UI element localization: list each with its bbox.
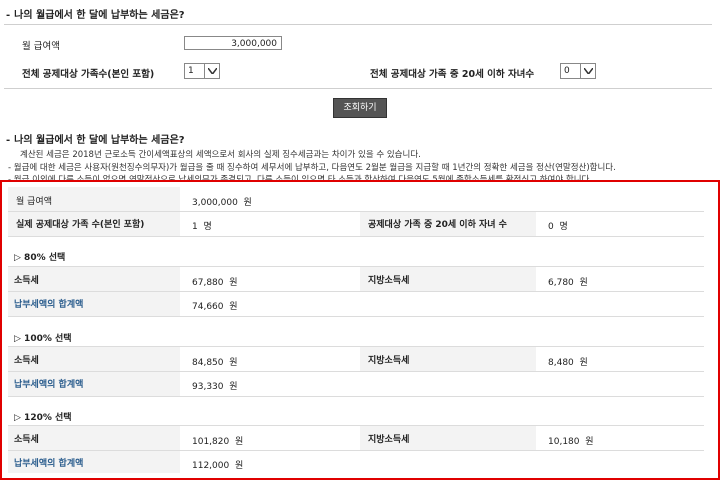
option-80-income-tax-label: 소득세 [14, 276, 39, 286]
option-120-local-tax-value: 10,180 원 [548, 437, 594, 447]
option-80-local-tax-value: 6,780 원 [548, 278, 588, 288]
calculator-title: - 나의 월급에서 한 달에 납부하는 세금은? [6, 10, 185, 21]
option-120-total-value: 112,000 원 [192, 461, 244, 471]
option-120-income-tax-value: 101,820 원 [192, 437, 244, 447]
search-button[interactable]: 조회하기 [333, 98, 387, 118]
family-count-label: 전체 공제대상 가족수(본인 포함) [22, 69, 155, 80]
title-divider [4, 24, 712, 25]
option-120-heading: ▷ 120% 선택 [14, 413, 72, 423]
option-80-total-value: 74,660 원 [192, 302, 238, 312]
chevron-down-icon [204, 64, 219, 78]
option-120-total-label: 납부세액의 합계액 [14, 459, 84, 469]
option-100-total-label: 납부세액의 합계액 [14, 380, 84, 390]
option-80-heading: ▷ 80% 선택 [14, 253, 66, 263]
form-divider [4, 88, 712, 89]
family-count-select[interactable]: 1 [184, 63, 220, 79]
summary-family-value: 1 명 [192, 222, 212, 232]
option-120-income-tax-label: 소득세 [14, 435, 39, 445]
option-120-local-tax-label: 지방소득세 [368, 435, 410, 445]
option-100-total-value: 93,330 원 [192, 382, 238, 392]
summary-family-label: 실제 공제대상 가족 수(본인 포함) [16, 220, 145, 230]
salary-label: 월 급여액 [22, 41, 60, 52]
family-count-value: 1 [188, 66, 194, 76]
children-count-select[interactable]: 0 [560, 63, 596, 79]
result-title: - 나의 월급에서 한 달에 납부하는 세금은? [6, 135, 185, 146]
summary-salary-label: 월 급여액 [16, 197, 52, 207]
summary-salary-value: 3,000,000 원 [192, 198, 252, 208]
result-note-2: - 월급에 대한 세금은 사용자(원천징수의무자)가 월급을 줄 때 징수하여 … [8, 163, 616, 173]
chevron-down-icon [580, 64, 595, 78]
option-100-income-tax-value: 84,850 원 [192, 358, 238, 368]
option-80-income-tax-value: 67,880 원 [192, 278, 238, 288]
summary-children-value: 0 명 [548, 222, 568, 232]
option-100-income-tax-label: 소득세 [14, 356, 39, 366]
summary-children-label: 공제대상 가족 중 20세 이하 자녀 수 [368, 220, 507, 230]
option-100-local-tax-label: 지방소득세 [368, 356, 410, 366]
option-100-heading: ▷ 100% 선택 [14, 334, 72, 344]
salary-input[interactable]: 3,000,000 [184, 36, 282, 50]
option-80-local-tax-label: 지방소득세 [368, 276, 410, 286]
result-note-1: 계산된 세금은 2018년 근로소득 간이세액표상의 세액으로서 회사의 실제 … [20, 150, 421, 160]
children-count-value: 0 [564, 66, 570, 76]
option-80-total-label: 납부세액의 합계액 [14, 300, 84, 310]
children-count-label: 전체 공제대상 가족 중 20세 이하 자녀수 [370, 69, 535, 80]
option-100-local-tax-value: 8,480 원 [548, 358, 588, 368]
